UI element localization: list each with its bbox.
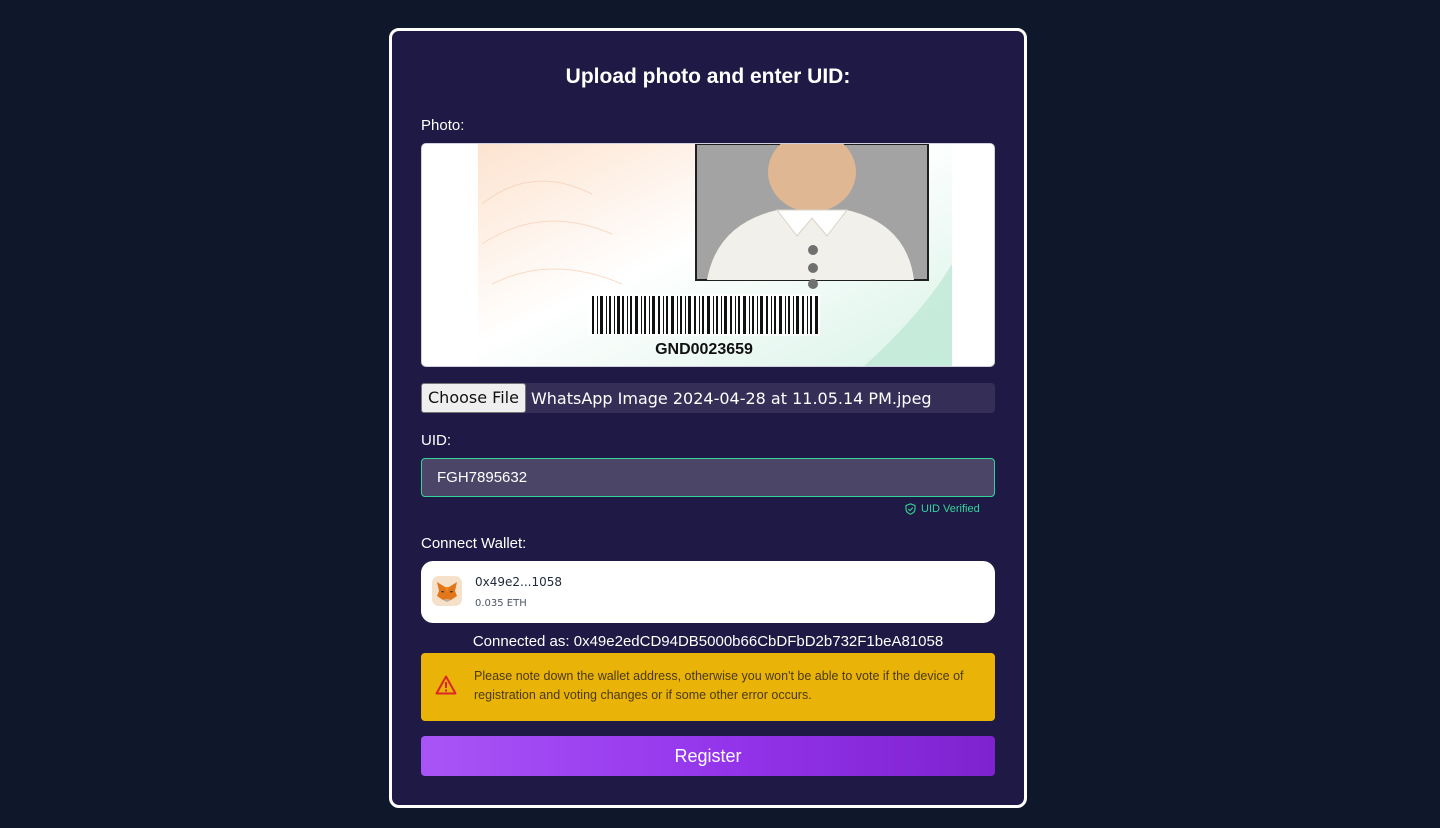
- warning-triangle-icon: [435, 675, 457, 695]
- wallet-connect-button[interactable]: 0x49e2...1058 0.035 ETH: [421, 561, 995, 623]
- warning-banner: Please note down the wallet address, oth…: [421, 653, 995, 721]
- warning-text: Please note down the wallet address, oth…: [474, 669, 964, 702]
- selected-file-name: WhatsApp Image 2024-04-28 at 11.05.14 PM…: [530, 388, 932, 408]
- wallet-balance: 0.035 ETH: [475, 598, 527, 609]
- shield-check-icon: [905, 503, 916, 515]
- choose-file-button[interactable]: Choose File: [421, 383, 526, 413]
- id-card-image: GND0023659: [422, 144, 994, 366]
- uid-verified-text: UID Verified: [921, 503, 980, 515]
- uid-input[interactable]: [421, 458, 995, 497]
- file-upload-field[interactable]: Choose File WhatsApp Image 2024-04-28 at…: [421, 383, 995, 413]
- uid-label: UID:: [421, 432, 451, 449]
- metamask-fox-icon: [432, 576, 462, 606]
- connect-wallet-label: Connect Wallet:: [421, 535, 527, 552]
- photo-label: Photo:: [421, 117, 465, 134]
- page-title: Upload photo and enter UID:: [565, 65, 851, 88]
- uid-verified-status: UID Verified: [905, 503, 980, 515]
- wallet-short-address: 0x49e2...1058: [475, 575, 563, 589]
- registration-card: Upload photo and enter UID: Photo: GND00…: [389, 28, 1027, 808]
- photo-preview: GND0023659: [421, 143, 995, 367]
- connected-address-text: Connected as: 0x49e2edCD94DB5000b66CbDFb…: [472, 633, 944, 650]
- register-button[interactable]: Register: [421, 736, 995, 776]
- barcode-number: GND0023659: [655, 341, 753, 358]
